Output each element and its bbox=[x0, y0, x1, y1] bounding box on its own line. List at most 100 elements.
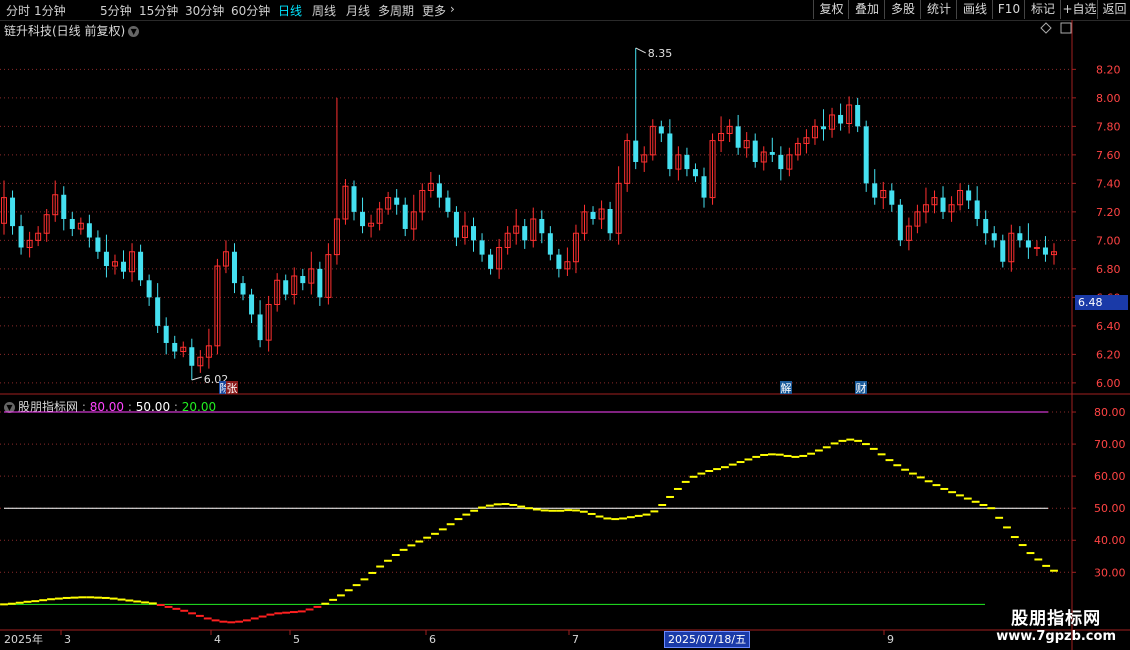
candle-body bbox=[121, 261, 127, 272]
year-label: 2025年 bbox=[4, 632, 43, 646]
candle-body bbox=[692, 169, 698, 177]
candle-body bbox=[1025, 240, 1031, 248]
brand-url: www.7gpzb.com bbox=[996, 629, 1116, 644]
candle-body bbox=[240, 283, 246, 295]
high-marker-line bbox=[635, 47, 646, 54]
cursor-date-tag: 2025/07/18/五 bbox=[664, 631, 751, 648]
price-chart[interactable]: 6.006.206.406.606.807.007.207.407.607.80… bbox=[0, 0, 1130, 650]
candle-body bbox=[522, 226, 528, 241]
candle-body bbox=[69, 218, 75, 229]
candle-body bbox=[1033, 246, 1040, 249]
diamond-icon bbox=[1040, 22, 1052, 34]
candle-body bbox=[684, 154, 690, 170]
candle-body bbox=[436, 183, 442, 198]
candle-body bbox=[479, 240, 485, 255]
candle-body bbox=[231, 251, 237, 284]
candle-body bbox=[95, 237, 101, 252]
candle-body bbox=[1000, 240, 1006, 262]
high-price-label: 8.35 bbox=[648, 47, 673, 60]
candle-body bbox=[300, 275, 306, 284]
candle-body bbox=[735, 126, 741, 148]
candle-body bbox=[633, 140, 639, 162]
candle-body bbox=[658, 126, 664, 134]
price-tick-label: 7.00 bbox=[1096, 234, 1121, 247]
price-tick-label: 7.80 bbox=[1096, 120, 1121, 133]
indicator-tick-label: 30.00 bbox=[1094, 566, 1126, 579]
candle-body bbox=[360, 211, 366, 227]
candle-body bbox=[1042, 247, 1048, 255]
price-tick-label: 8.20 bbox=[1096, 63, 1121, 76]
candle-body bbox=[752, 140, 758, 162]
candle-body bbox=[163, 325, 169, 343]
candle-body bbox=[61, 194, 67, 219]
price-tick-label: 6.40 bbox=[1096, 320, 1121, 333]
candle-body bbox=[667, 133, 673, 170]
candle-body bbox=[778, 154, 784, 170]
candle-body bbox=[488, 254, 494, 269]
candle-body bbox=[769, 152, 775, 155]
candle-body bbox=[283, 280, 289, 295]
candle-body bbox=[974, 200, 980, 219]
candle-body bbox=[607, 209, 613, 234]
candle-body bbox=[138, 251, 144, 281]
candle-body bbox=[821, 126, 827, 130]
indicator-tick-label: 60.00 bbox=[1094, 470, 1126, 483]
candle-body bbox=[983, 218, 989, 234]
indicator-tick-label: 40.00 bbox=[1094, 534, 1126, 547]
month-label: 5 bbox=[293, 633, 300, 646]
candle-body bbox=[103, 251, 109, 267]
price-tick-label: 8.00 bbox=[1096, 92, 1121, 105]
month-label: 3 bbox=[64, 633, 71, 646]
candle-body bbox=[86, 223, 92, 238]
month-label: 9 bbox=[887, 633, 894, 646]
candle-body bbox=[189, 347, 195, 366]
candle-body bbox=[590, 211, 596, 219]
event-marker-label: 解 bbox=[781, 381, 792, 395]
indicator-tick-label: 50.00 bbox=[1094, 502, 1126, 515]
current-price-tag: 6.48 bbox=[1075, 295, 1128, 310]
candle-body bbox=[18, 226, 24, 248]
candle-body bbox=[445, 197, 451, 212]
price-tick-label: 6.80 bbox=[1096, 263, 1121, 276]
candle-body bbox=[556, 254, 562, 269]
window-icon bbox=[1060, 22, 1072, 34]
candle-body bbox=[889, 190, 895, 205]
candle-body bbox=[317, 268, 323, 298]
price-tick-label: 6.00 bbox=[1096, 377, 1121, 390]
candle-body bbox=[471, 226, 477, 241]
candle-body bbox=[863, 126, 869, 184]
event-marker-label: 张 bbox=[227, 382, 238, 395]
candle-body bbox=[838, 114, 844, 124]
brand-name: 股朋指标网 bbox=[1011, 609, 1102, 629]
candle-body bbox=[172, 342, 178, 352]
month-label: 7 bbox=[572, 633, 579, 646]
month-label: 4 bbox=[214, 633, 221, 646]
candle-body bbox=[249, 294, 255, 315]
candle-body bbox=[351, 186, 357, 212]
candle-body bbox=[402, 204, 408, 229]
candle-body bbox=[701, 176, 707, 198]
candle-body bbox=[966, 190, 972, 201]
candle-body bbox=[539, 218, 545, 234]
indicator-tick-label: 70.00 bbox=[1094, 438, 1126, 451]
candle-body bbox=[453, 211, 459, 238]
candle-body bbox=[155, 297, 161, 326]
low-marker-line bbox=[191, 376, 202, 381]
month-label: 6 bbox=[429, 633, 436, 646]
candle-body bbox=[146, 280, 152, 298]
event-marker-label: 财 bbox=[856, 381, 867, 395]
candle-body bbox=[940, 197, 946, 212]
candle-body bbox=[1017, 233, 1023, 241]
candle-body bbox=[10, 197, 16, 227]
price-tick-label: 7.60 bbox=[1096, 149, 1121, 162]
candle-body bbox=[897, 204, 903, 241]
indicator-tick-label: 80.00 bbox=[1094, 406, 1126, 419]
candle-body bbox=[872, 183, 878, 198]
candle-body bbox=[257, 314, 263, 341]
brand-watermark: 股朋指标网 www.7gpzb.com bbox=[996, 604, 1116, 644]
candle-body bbox=[855, 104, 861, 127]
price-tick-label: 7.20 bbox=[1096, 206, 1121, 219]
price-tick-label: 7.40 bbox=[1096, 177, 1121, 190]
candle-body bbox=[394, 197, 400, 205]
candle-body bbox=[991, 233, 997, 241]
